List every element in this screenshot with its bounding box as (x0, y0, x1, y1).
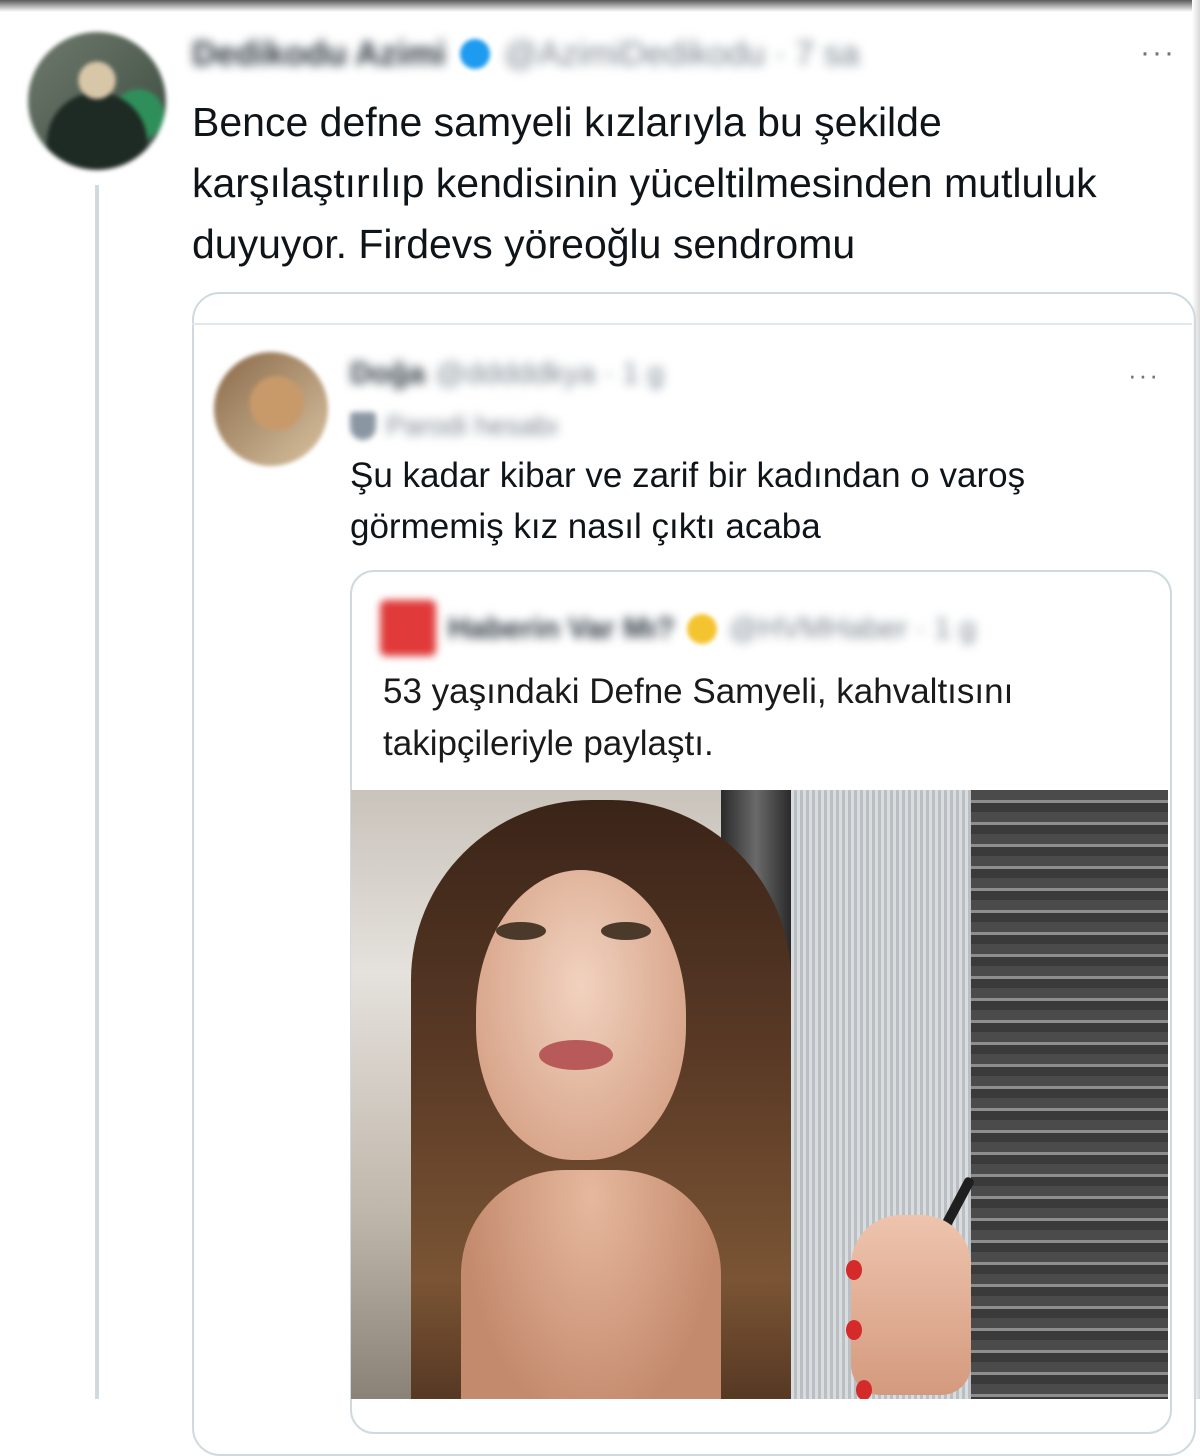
avatar[interactable] (214, 352, 328, 466)
quoted-tweet-header: Doğa @dddddkya · 1 g (350, 352, 664, 396)
media-nail (846, 1320, 862, 1340)
verified-badge-icon (686, 614, 717, 644)
media-blinds (971, 790, 1168, 1399)
tweet-media-image[interactable] (351, 790, 1168, 1399)
media-shoulders (461, 1170, 721, 1399)
quoted-tweet-text: Şu kadar kibar ve zarif bir kadından o v… (350, 456, 1026, 546)
media-eye-left (496, 922, 546, 940)
author-name[interactable]: Doğa (350, 357, 425, 391)
parody-label: Parodi hesabı (386, 410, 559, 441)
verified-badge-icon (459, 39, 490, 69)
author-name[interactable]: Dedikodu Azimi (192, 35, 446, 74)
window-top-edge (0, 0, 1200, 12)
avatar[interactable] (380, 600, 436, 656)
media-nail (856, 1380, 872, 1399)
avatar[interactable] (28, 32, 166, 170)
parody-label-row: Parodi hesabı (350, 404, 559, 448)
media-nail (846, 1260, 862, 1280)
more-options-button[interactable]: ··· (1140, 36, 1176, 70)
tweet-header: Dedikodu Azimi @AzimiDedikodu · 7 sa (192, 30, 860, 78)
author-name[interactable]: Haberin Var Mı? (448, 612, 675, 646)
nested-tweet-text: 53 yaşındaki Defne Samyeli, kahvaltısını… (383, 672, 1014, 763)
tweet-text: Bence defne samyeli kızlarıyla bu şekild… (192, 99, 1097, 267)
media-face (476, 870, 686, 1160)
card-divider (192, 323, 1192, 325)
author-handle-time[interactable]: @dddddkya · 1 g (435, 357, 664, 391)
shield-icon (350, 412, 376, 440)
nested-tweet-header: Haberin Var Mı? @HVMHaber · 1 g (448, 606, 976, 652)
thread-line (95, 185, 99, 1399)
media-hand (851, 1215, 971, 1395)
media-eye-right (601, 922, 651, 940)
author-handle-time[interactable]: @HVMHaber · 1 g (729, 612, 976, 646)
author-handle-time[interactable]: @AzimiDedikodu · 7 sa (504, 35, 860, 74)
media-lips (539, 1040, 613, 1070)
more-options-button[interactable]: ··· (1128, 360, 1160, 391)
